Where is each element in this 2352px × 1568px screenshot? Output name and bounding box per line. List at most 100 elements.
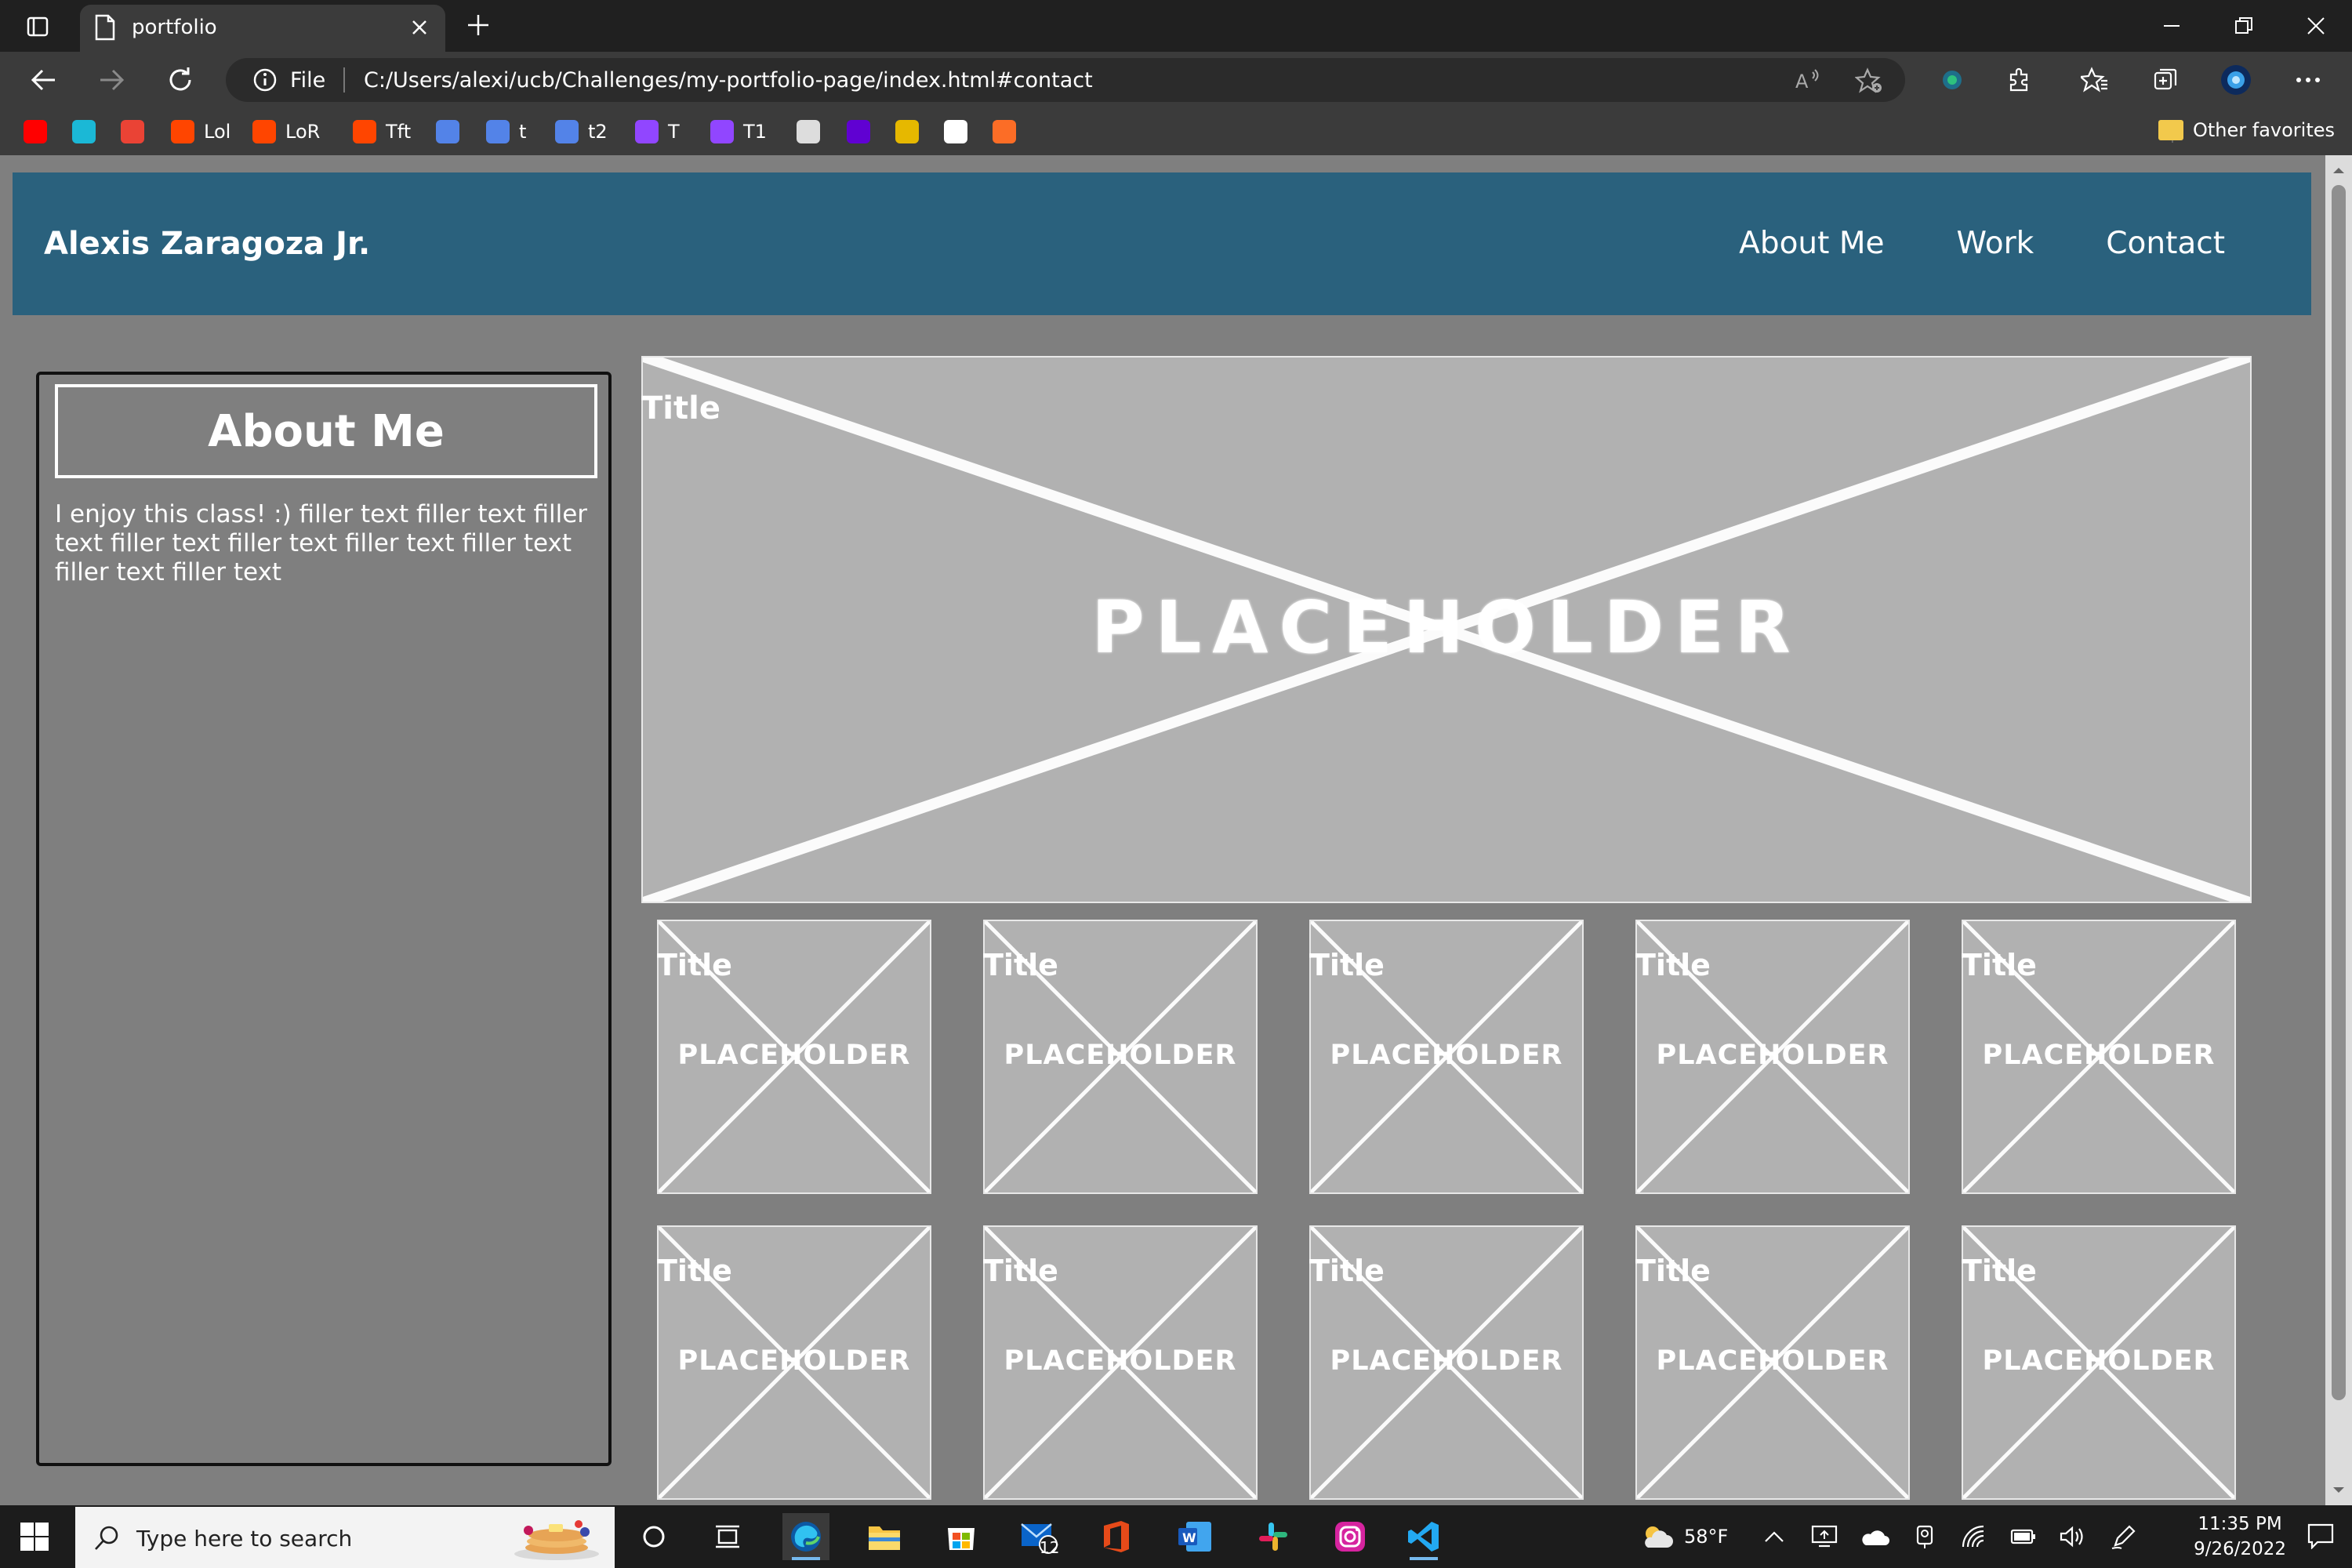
microsoft-store-icon[interactable] (938, 1513, 985, 1560)
featured-work-card[interactable]: PLACEHOLDER Title (641, 356, 2252, 903)
gmail-icon (121, 120, 144, 143)
bookmark-14[interactable] (944, 119, 967, 144)
nav-link-work[interactable]: Work (1957, 226, 2034, 261)
new-tab-icon[interactable] (463, 9, 494, 41)
scroll-up-icon[interactable] (2325, 158, 2352, 182)
bookmark-7[interactable]: t (486, 119, 526, 144)
work-card-title: Title (1309, 948, 1385, 982)
address-separator (343, 67, 345, 93)
folder-icon (2158, 120, 2183, 140)
bookmark-11[interactable] (797, 119, 820, 144)
tab-actions-icon[interactable] (22, 11, 53, 42)
wifi-icon[interactable] (1960, 1505, 1987, 1568)
restore-icon[interactable] (2208, 0, 2280, 52)
bookmark-6[interactable] (436, 119, 459, 144)
clock-date: 9/26/2022 (2194, 1539, 2286, 1559)
bookmark-1[interactable] (72, 119, 96, 144)
show-hidden-icons[interactable] (1764, 1505, 1784, 1568)
refresh-icon[interactable] (163, 63, 198, 97)
word-icon[interactable]: W (1171, 1513, 1218, 1560)
work-card-title: Title (1962, 1254, 2037, 1288)
bookmark-3[interactable]: Lol (171, 119, 230, 144)
task-view-icon[interactable] (704, 1513, 751, 1560)
placeholder-text: PLACEHOLDER (1004, 1345, 1237, 1377)
browser-tab[interactable]: portfolio (80, 5, 445, 52)
other-favorites-folder[interactable]: Other favorites (2158, 119, 2335, 141)
favorites-icon[interactable] (2079, 64, 2111, 96)
cortana-icon[interactable] (630, 1513, 677, 1560)
extensions-icon[interactable] (2004, 64, 2035, 96)
copilot-extension-icon[interactable] (1936, 64, 1968, 96)
back-icon[interactable] (27, 63, 61, 97)
display-icon[interactable] (1811, 1505, 1838, 1568)
bookmark-8[interactable]: t2 (555, 119, 608, 144)
page-scrollbar[interactable] (2325, 155, 2352, 1505)
scrollbar-thumb[interactable] (2332, 185, 2346, 1400)
meet-now-icon[interactable] (1913, 1505, 1936, 1568)
office-icon[interactable] (1093, 1513, 1140, 1560)
bookmark-15[interactable] (993, 119, 1016, 144)
mail-icon[interactable]: 12 (1016, 1513, 1063, 1560)
work-card[interactable]: PLACEHOLDER Title (657, 920, 931, 1194)
profile-avatar-icon[interactable] (2220, 64, 2252, 96)
bookmark-13[interactable] (895, 119, 919, 144)
bookmark-2[interactable] (121, 119, 144, 144)
work-card-title: Title (1635, 1254, 1711, 1288)
placeholder-text: PLACEHOLDER (677, 1040, 911, 1071)
read-aloud-icon[interactable]: A (1794, 67, 1820, 96)
bookmark-10[interactable]: T1 (710, 119, 767, 144)
twitch-icon (635, 120, 659, 143)
work-card[interactable]: PLACEHOLDER Title (1962, 1225, 2236, 1500)
notifications-icon[interactable] (2307, 1523, 2335, 1552)
work-card[interactable]: PLACEHOLDER Title (1309, 920, 1584, 1194)
vscode-icon[interactable] (1400, 1513, 1447, 1560)
search-highlight-pancakes-icon (510, 1513, 602, 1562)
bookmark-label: t (519, 121, 527, 143)
bookmark-0[interactable] (24, 119, 47, 144)
site-name: Alexis Zaragoza Jr. (44, 226, 371, 262)
slack-icon[interactable] (1250, 1513, 1297, 1560)
other-favorites-label: Other favorites (2192, 119, 2335, 141)
placeholder-text: PLACEHOLDER (1330, 1040, 1563, 1071)
bookmark-9[interactable]: T (635, 119, 680, 144)
settings-menu-icon[interactable] (2292, 64, 2324, 96)
work-card[interactable]: PLACEHOLDER Title (1309, 1225, 1584, 1500)
work-card[interactable]: PLACEHOLDER Title (983, 920, 1258, 1194)
nav-link-about-me[interactable]: About Me (1739, 226, 1884, 261)
collections-icon[interactable] (2150, 64, 2181, 96)
github-icon (944, 120, 967, 143)
placeholder-text: PLACEHOLDER (1004, 1040, 1237, 1071)
site-nav: About Me Work Contact (1739, 226, 2225, 261)
windows-start-icon[interactable] (19, 1521, 50, 1552)
forward-icon[interactable] (94, 63, 129, 97)
scroll-down-icon[interactable] (2325, 1479, 2352, 1502)
bookmark-5[interactable]: Tft (353, 119, 411, 144)
work-card[interactable]: PLACEHOLDER Title (1635, 920, 1910, 1194)
bookmark-12[interactable] (847, 119, 870, 144)
site-header: Alexis Zaragoza Jr. About Me Work Contac… (13, 172, 2311, 315)
minimize-icon[interactable] (2136, 0, 2208, 52)
taskbar-clock[interactable]: 11:35 PM 9/26/2022 (2194, 1512, 2286, 1562)
work-card-title: Title (1962, 948, 2037, 982)
bookmark-4[interactable]: LoR (252, 119, 320, 144)
work-card[interactable]: PLACEHOLDER Title (983, 1225, 1258, 1500)
battery-icon[interactable] (2009, 1505, 2037, 1568)
weather-widget[interactable]: 58°F (1639, 1505, 1728, 1568)
info-icon[interactable] (252, 67, 278, 96)
work-card[interactable]: PLACEHOLDER Title (657, 1225, 931, 1500)
close-tab-icon[interactable] (408, 16, 431, 42)
add-favorite-icon[interactable] (1854, 67, 1883, 97)
pen-menu-icon[interactable] (2111, 1505, 2137, 1568)
taskbar-search-box[interactable]: Type here to search (75, 1507, 615, 1568)
nav-link-contact[interactable]: Contact (2106, 226, 2225, 261)
address-url[interactable]: C:/Users/alexi/ucb/Challenges/my-portfol… (364, 68, 1093, 93)
work-card[interactable]: PLACEHOLDER Title (1962, 920, 2236, 1194)
file-explorer-icon[interactable] (861, 1513, 908, 1560)
work-card[interactable]: PLACEHOLDER Title (1635, 1225, 1910, 1500)
edge-taskbar-icon[interactable] (782, 1513, 829, 1560)
instagram-icon[interactable] (1327, 1513, 1374, 1560)
close-window-icon[interactable] (2280, 0, 2352, 52)
volume-icon[interactable] (2059, 1505, 2085, 1568)
address-bar[interactable]: File C:/Users/alexi/ucb/Challenges/my-po… (226, 58, 1905, 102)
onedrive-icon[interactable] (1860, 1505, 1889, 1568)
